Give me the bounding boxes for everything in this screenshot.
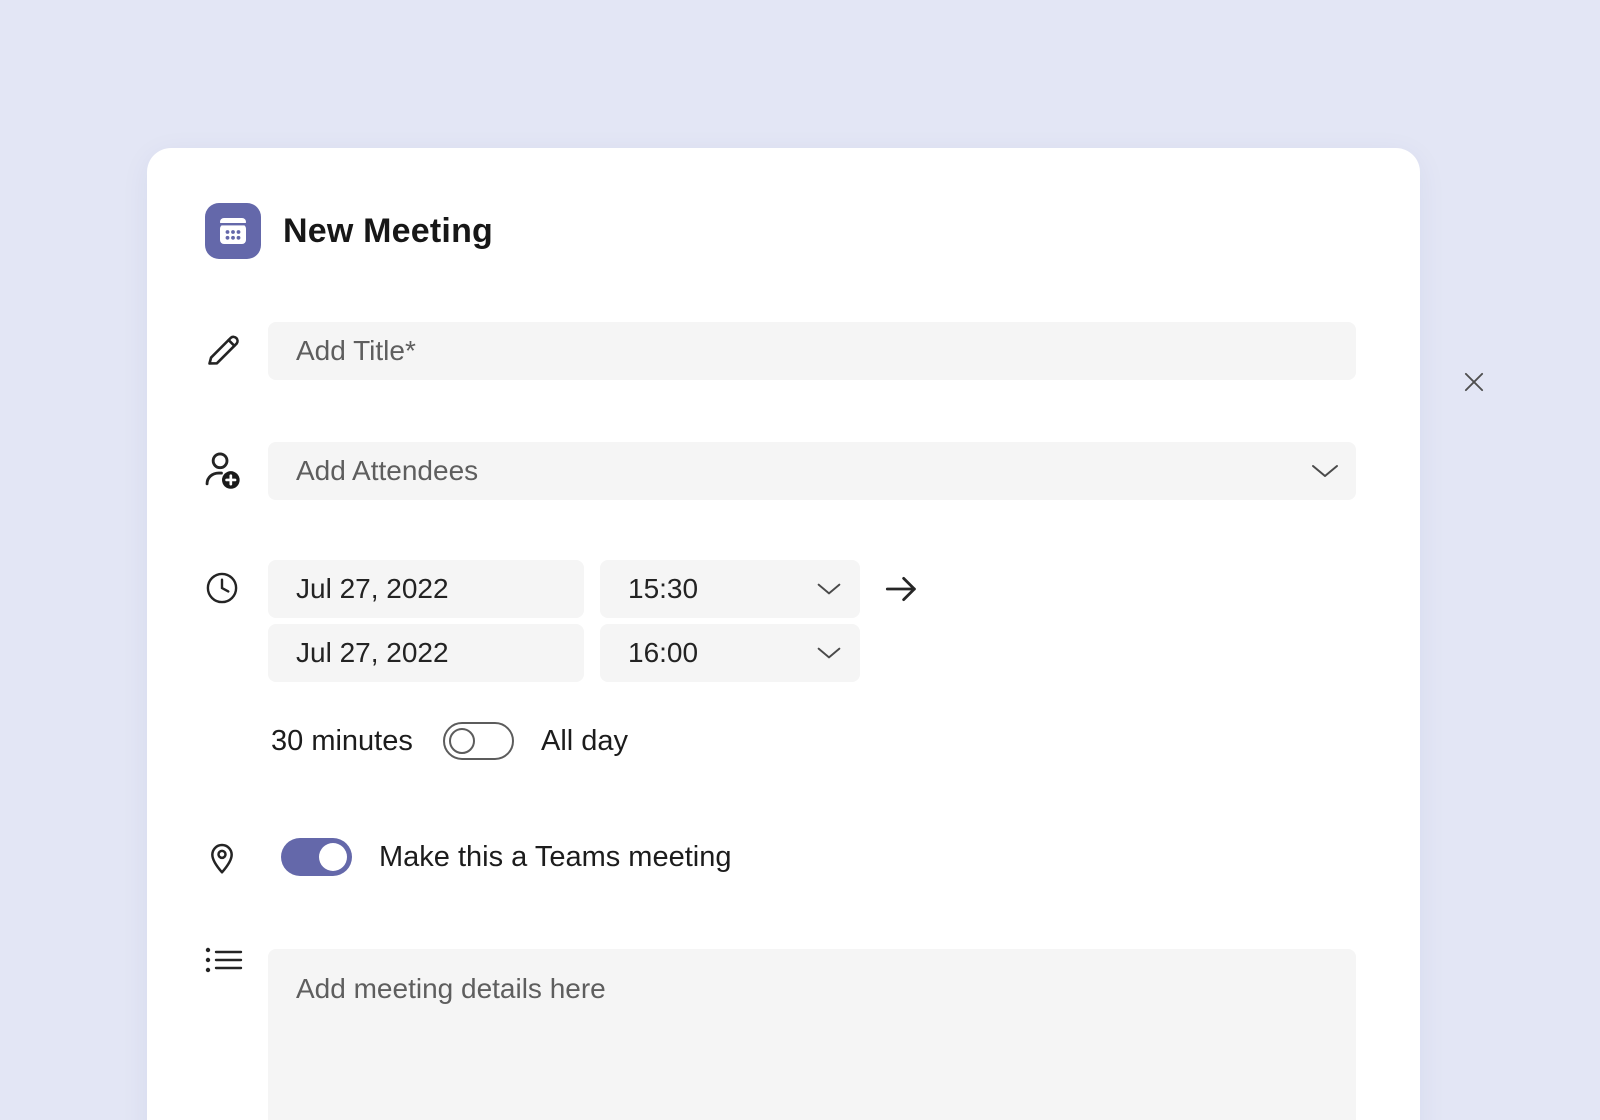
pencil-icon <box>202 329 244 371</box>
title-input[interactable] <box>268 322 1356 380</box>
toggle-knob <box>319 843 347 871</box>
location-pin-icon <box>202 836 242 878</box>
end-time-value: 16:00 <box>628 637 698 669</box>
start-time-value: 15:30 <box>628 573 698 605</box>
chevron-down-icon[interactable] <box>816 645 842 661</box>
meeting-details-textarea[interactable] <box>268 949 1356 1120</box>
attendees-field[interactable] <box>268 442 1356 500</box>
chevron-down-icon[interactable] <box>816 581 842 597</box>
end-time-field[interactable]: 16:00 <box>600 624 860 682</box>
close-icon[interactable] <box>1459 367 1489 397</box>
end-date-value: Jul 27, 2022 <box>296 637 449 669</box>
calendar-icon <box>215 213 251 249</box>
start-date-field[interactable]: Jul 27, 2022 <box>268 560 584 618</box>
all-day-toggle[interactable] <box>443 722 514 760</box>
end-date-field[interactable]: Jul 27, 2022 <box>268 624 584 682</box>
all-day-label: All day <box>541 722 628 760</box>
duration-label[interactable]: 30 minutes <box>271 722 413 760</box>
attendees-input[interactable] <box>268 442 1356 500</box>
start-date-value: Jul 27, 2022 <box>296 573 449 605</box>
calendar-app-icon <box>205 203 261 259</box>
chevron-down-icon[interactable] <box>1310 462 1340 480</box>
dialog-title: New Meeting <box>283 203 493 259</box>
teams-meeting-label: Make this a Teams meeting <box>379 838 731 876</box>
bulleted-list-icon <box>204 945 244 975</box>
toggle-knob <box>449 728 475 754</box>
new-meeting-dialog: New Meeting <box>147 148 1420 1120</box>
start-time-field[interactable]: 15:30 <box>600 560 860 618</box>
teams-meeting-toggle[interactable] <box>281 838 352 876</box>
person-add-icon <box>199 447 245 493</box>
close-button[interactable] <box>1447 355 1501 409</box>
arrow-right-icon <box>881 569 921 609</box>
clock-icon <box>204 570 240 606</box>
